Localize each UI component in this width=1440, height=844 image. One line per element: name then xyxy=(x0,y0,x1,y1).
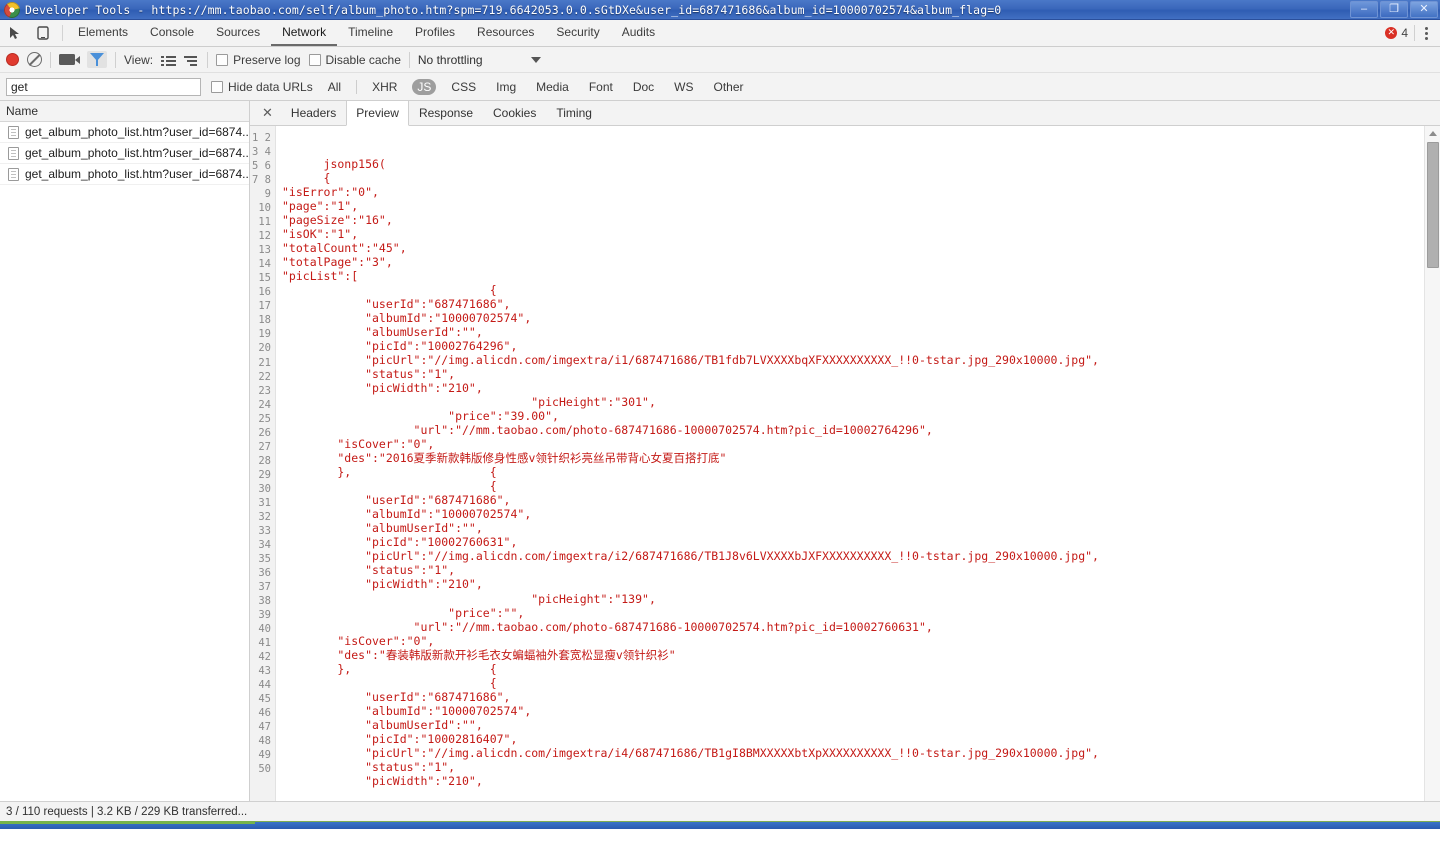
filter-type-all[interactable]: All xyxy=(323,79,346,95)
chevron-down-icon xyxy=(530,56,541,63)
record-button-icon[interactable] xyxy=(6,53,19,66)
network-filter-bar: Hide data URLs All XHR JS CSS Img Media … xyxy=(0,73,1440,101)
filter-type-js[interactable]: JS xyxy=(412,78,437,95)
document-icon xyxy=(8,167,19,181)
filter-type-font[interactable]: Font xyxy=(584,79,618,95)
disable-cache-checkbox[interactable]: Disable cache xyxy=(308,52,401,67)
table-row[interactable]: get_album_photo_list.htm?user_id=6874... xyxy=(0,143,249,164)
filter-type-css[interactable]: CSS xyxy=(446,79,481,95)
detail-tab-timing[interactable]: Timing xyxy=(546,101,602,125)
divider xyxy=(1414,25,1415,41)
document-icon xyxy=(8,125,19,139)
filter-input[interactable] xyxy=(6,77,201,96)
error-icon: ✕ xyxy=(1385,27,1398,39)
request-detail-panel: ✕ Headers Preview Response Cookies Timin… xyxy=(250,101,1440,801)
tab-profiles[interactable]: Profiles xyxy=(404,20,466,46)
hide-data-urls-checkbox[interactable]: Hide data URLs xyxy=(211,80,313,94)
throttling-select[interactable]: No throttling xyxy=(418,53,541,67)
preview-vertical-scrollbar[interactable] xyxy=(1424,126,1440,801)
minimize-button[interactable]: – xyxy=(1350,1,1378,18)
devtools-right-controls: ✕ 4 xyxy=(1385,20,1440,46)
close-button[interactable]: ✕ xyxy=(1410,1,1438,18)
table-row[interactable]: get_album_photo_list.htm?user_id=6874... xyxy=(0,122,249,143)
detail-tab-headers[interactable]: Headers xyxy=(281,101,346,125)
tab-audits[interactable]: Audits xyxy=(611,20,666,46)
tab-timeline[interactable]: Timeline xyxy=(337,20,404,46)
tab-resources[interactable]: Resources xyxy=(466,20,545,46)
toolbar-divider xyxy=(62,25,63,41)
tab-elements[interactable]: Elements xyxy=(67,20,139,46)
divider xyxy=(408,51,410,68)
list-view-icon[interactable] xyxy=(161,54,177,66)
waterfall-view-icon[interactable] xyxy=(184,54,199,66)
divider xyxy=(50,51,51,68)
divider xyxy=(356,79,358,94)
window-title-bar: Developer Tools - https://mm.taobao.com/… xyxy=(0,0,1440,20)
divider xyxy=(207,51,209,68)
requests-column-header[interactable]: Name xyxy=(0,101,249,122)
tab-console[interactable]: Console xyxy=(139,20,205,46)
filter-type-media[interactable]: Media xyxy=(531,79,574,95)
preserve-log-label: Preserve log xyxy=(233,52,301,67)
camera-icon[interactable] xyxy=(59,54,80,65)
preview-code-view[interactable]: 1 2 3 4 5 6 7 8 9 10 11 12 13 14 15 16 1… xyxy=(250,126,1440,801)
chrome-icon xyxy=(4,1,20,18)
filter-type-img[interactable]: Img xyxy=(491,79,521,95)
chevron-up-icon[interactable] xyxy=(1425,126,1440,140)
detail-tab-cookies[interactable]: Cookies xyxy=(483,101,546,125)
filter-type-other[interactable]: Other xyxy=(709,79,749,95)
divider xyxy=(115,51,116,68)
status-text: 3 / 110 requests | 3.2 KB / 229 KB trans… xyxy=(6,805,248,818)
preserve-log-checkbox[interactable]: Preserve log xyxy=(216,52,301,67)
checkbox-box xyxy=(211,80,223,93)
error-count-value: 4 xyxy=(1401,26,1408,40)
detail-tab-strip: ✕ Headers Preview Response Cookies Timin… xyxy=(250,101,1440,126)
funnel-icon[interactable] xyxy=(87,51,107,68)
json-preview-content[interactable]: jsonp156( { "isError":"0", "page":"1", "… xyxy=(276,138,1440,790)
tab-sources[interactable]: Sources xyxy=(205,20,271,46)
windows-taskbar xyxy=(0,821,1440,829)
view-label: View: xyxy=(124,52,154,67)
line-number-gutter: 1 2 3 4 5 6 7 8 9 10 11 12 13 14 15 16 1… xyxy=(250,126,276,801)
filter-type-doc[interactable]: Doc xyxy=(628,79,659,95)
network-toolbar: View: Preserve log Disable cache No thro… xyxy=(0,47,1440,73)
scrollbar-thumb[interactable] xyxy=(1427,142,1439,268)
disable-cache-label: Disable cache xyxy=(325,52,401,67)
restore-button[interactable]: ❐ xyxy=(1380,1,1408,18)
throttling-value: No throttling xyxy=(417,52,483,67)
tab-network[interactable]: Network xyxy=(271,20,338,46)
table-row[interactable]: get_album_photo_list.htm?user_id=6874... xyxy=(0,164,249,185)
window-title: Developer Tools - https://mm.taobao.com/… xyxy=(25,2,1002,17)
detail-tab-response[interactable]: Response xyxy=(409,101,483,125)
requests-panel: Name get_album_photo_list.htm?user_id=68… xyxy=(0,101,250,801)
request-name: get_album_photo_list.htm?user_id=6874... xyxy=(25,167,249,181)
clear-icon[interactable] xyxy=(27,52,42,67)
window-controls: – ❐ ✕ xyxy=(1350,1,1438,18)
devtools-left-icons xyxy=(0,20,58,46)
inspect-element-icon[interactable] xyxy=(6,24,24,42)
checkbox-box xyxy=(216,53,229,66)
detail-tab-preview[interactable]: Preview xyxy=(346,101,409,126)
more-options-icon[interactable] xyxy=(1421,26,1432,40)
error-count-badge[interactable]: ✕ 4 xyxy=(1385,26,1408,40)
tab-security[interactable]: Security xyxy=(545,20,610,46)
checkbox-box xyxy=(308,53,321,66)
request-name: get_album_photo_list.htm?user_id=6874... xyxy=(25,125,249,139)
network-status-bar: 3 / 110 requests | 3.2 KB / 229 KB trans… xyxy=(0,801,1440,821)
filter-type-ws[interactable]: WS xyxy=(669,79,698,95)
hide-data-urls-label: Hide data URLs xyxy=(228,79,313,94)
request-name: get_album_photo_list.htm?user_id=6874... xyxy=(25,146,249,160)
close-icon[interactable]: ✕ xyxy=(254,101,281,125)
network-body: Name get_album_photo_list.htm?user_id=68… xyxy=(0,101,1440,801)
document-icon xyxy=(8,146,19,160)
device-toolbar-icon[interactable] xyxy=(34,24,52,42)
devtools-tab-strip: Elements Console Sources Network Timelin… xyxy=(0,20,1440,47)
filter-type-xhr[interactable]: XHR xyxy=(367,79,402,95)
